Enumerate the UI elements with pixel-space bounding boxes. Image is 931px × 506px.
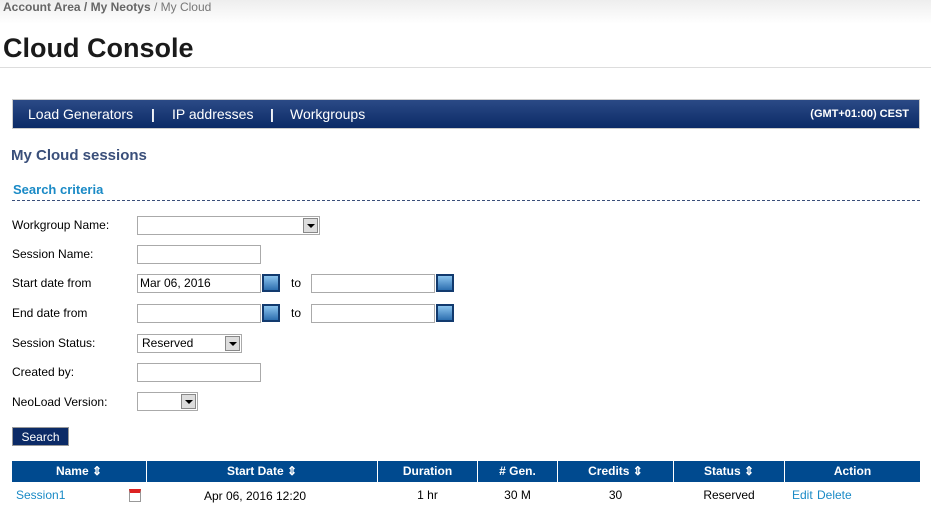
credits-cell: 30 [608, 488, 623, 502]
session-name-input[interactable] [137, 245, 261, 264]
col-duration: Duration [378, 461, 477, 482]
calendar-icon[interactable] [436, 304, 454, 322]
version-label: NeoLoad Version: [12, 395, 108, 409]
col-gen: # Gen. [478, 461, 557, 482]
start-date-label: Start date from [12, 276, 92, 290]
dashed-divider [12, 200, 920, 201]
search-criteria-title: Search criteria [13, 182, 104, 197]
nav-workgroups[interactable]: Workgroups [290, 106, 365, 122]
breadcrumb-sep: / [80, 0, 91, 14]
gen-cell: 30 M [504, 488, 531, 502]
breadcrumb-account-area[interactable]: Account Area [3, 0, 81, 14]
breadcrumb-my-cloud: My Cloud [160, 0, 212, 14]
breadcrumb: Account Area / My Neotys / My Cloud [3, 0, 211, 14]
breadcrumb-my-neotys[interactable]: My Neotys [91, 0, 151, 14]
to-label: to [291, 276, 302, 290]
start-date-cell: Apr 06, 2016 12:20 [203, 489, 307, 503]
nav-sep: | [270, 106, 274, 122]
end-date-to-input[interactable] [311, 304, 435, 323]
col-action: Action [785, 461, 920, 482]
created-by-input[interactable] [137, 363, 261, 382]
status-value: Reserved [142, 336, 194, 350]
nav-bar: Load Generators | IP addresses | Workgro… [12, 99, 920, 129]
chevron-down-icon [181, 394, 196, 409]
section-title: My Cloud sessions [11, 147, 147, 164]
nav-ip-addresses[interactable]: IP addresses [172, 106, 253, 122]
divider [0, 67, 931, 68]
duration-cell: 1 hr [417, 488, 438, 502]
search-button[interactable]: Search [12, 427, 69, 446]
col-start-date[interactable]: Start Date ⇕ [147, 461, 377, 482]
start-date-from-input[interactable]: Mar 06, 2016 [137, 274, 261, 293]
end-date-label: End date from [12, 306, 88, 320]
version-select[interactable] [137, 392, 198, 411]
chevron-down-icon [225, 336, 240, 351]
col-status[interactable]: Status ⇕ [674, 461, 784, 482]
calendar-icon[interactable] [436, 274, 454, 292]
col-name[interactable]: Name ⇕ [12, 461, 146, 482]
status-label: Session Status: [12, 336, 96, 350]
calendar-ip-icon[interactable] [129, 489, 141, 502]
breadcrumb-sep: / [150, 0, 161, 14]
page-title: Cloud Console [3, 33, 194, 63]
nav-load-generators[interactable]: Load Generators [28, 106, 133, 122]
end-date-from-input[interactable] [137, 304, 261, 323]
start-date-to-input[interactable] [311, 274, 435, 293]
chevron-down-icon [303, 218, 318, 233]
workgroup-label: Workgroup Name: [12, 218, 110, 232]
session-name-label: Session Name: [12, 247, 94, 261]
timezone: (GMT+01:00) CEST [810, 108, 909, 120]
col-credits[interactable]: Credits ⇕ [558, 461, 673, 482]
status-select[interactable]: Reserved [137, 334, 242, 353]
calendar-icon[interactable] [262, 274, 280, 292]
nav-sep: | [151, 106, 155, 122]
created-by-label: Created by: [12, 365, 75, 379]
status-cell: Reserved [703, 488, 755, 502]
workgroup-select[interactable] [137, 216, 320, 235]
edit-link[interactable]: Edit [792, 488, 813, 502]
session-name-link[interactable]: Session1 [16, 488, 65, 502]
to-label: to [291, 306, 302, 320]
delete-link[interactable]: Delete [817, 488, 852, 502]
calendar-icon[interactable] [262, 304, 280, 322]
